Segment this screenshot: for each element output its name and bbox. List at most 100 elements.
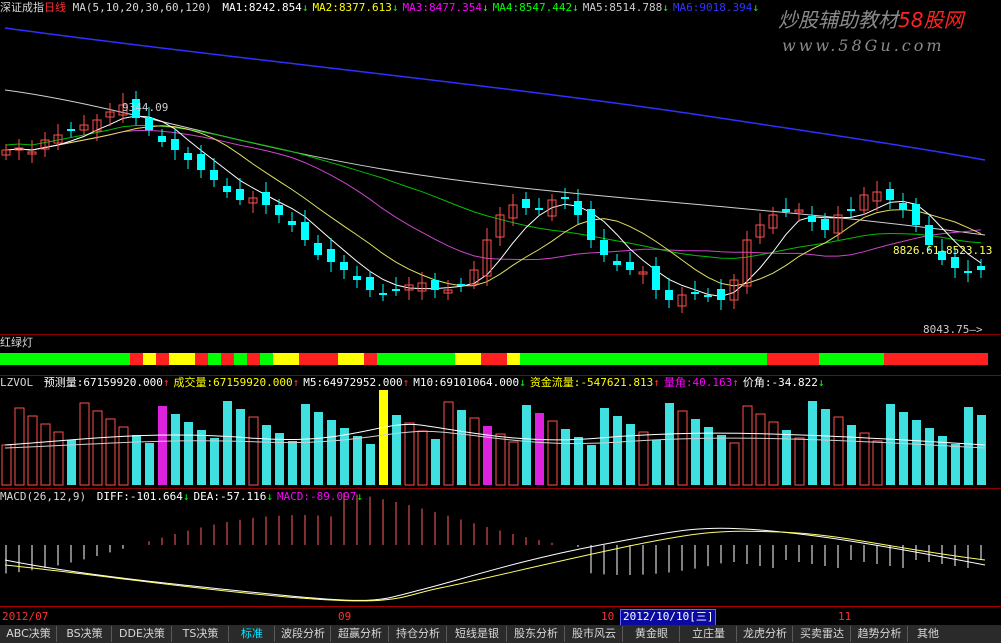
volume-bar (431, 439, 440, 485)
signal-block (741, 353, 754, 365)
tab-15[interactable]: 趋势分析 (851, 625, 908, 643)
volume-bar (443, 401, 454, 486)
signal-block (403, 353, 416, 365)
tab-4[interactable]: 标准 (229, 625, 275, 643)
period-label[interactable]: 日线 (44, 1, 66, 14)
volume-bar (821, 409, 830, 485)
candle-body (327, 249, 335, 262)
signal-block (520, 353, 533, 365)
index-title: 深证成指 (0, 1, 44, 14)
candle-body (652, 266, 660, 290)
volume-value-4: 资金流量:-547621.813↑ (529, 376, 660, 389)
signal-block (338, 353, 351, 365)
signal-block (377, 353, 390, 365)
volume-bar (717, 435, 726, 485)
tab-8[interactable]: 短线是银 (447, 625, 507, 643)
range-price-label: 8826.61-8523.13 (893, 244, 993, 257)
volume-value-0: 预测量:67159920.000↑ (43, 376, 170, 389)
watermark: 炒股辅助教材58股网 (778, 4, 963, 33)
ma3-line (5, 129, 982, 261)
volume-bar (794, 437, 805, 486)
volume-bar (53, 431, 64, 486)
volume-bar (262, 425, 271, 485)
signal-block (169, 353, 182, 365)
tab-0[interactable]: ABC决策 (0, 625, 57, 643)
signal-block (247, 353, 260, 365)
volume-bar (677, 410, 688, 486)
volume-value-2: M5:64972952.000↑ (303, 376, 410, 389)
watermark-text: 炒股辅助教材 (778, 8, 898, 32)
volume-bar (236, 409, 245, 485)
tab-11[interactable]: 黄金眼 (623, 625, 680, 643)
tab-10[interactable]: 股市风云 (565, 625, 623, 643)
signal-block (793, 353, 806, 365)
signal-block (962, 353, 975, 365)
signal-block (312, 353, 325, 365)
candle-body (782, 209, 790, 212)
tab-3[interactable]: TS决策 (172, 625, 229, 643)
macd-value-2: MACD:-89.097↓ (276, 490, 364, 503)
signal-block (234, 353, 247, 365)
tab-1[interactable]: BS决策 (57, 625, 112, 643)
volume-bar (742, 405, 753, 486)
candle-body (613, 261, 621, 265)
signal-block (481, 353, 494, 365)
signal-block (52, 353, 65, 365)
volume-bar (561, 429, 570, 485)
tab-12[interactable]: 立庄量 (680, 625, 737, 643)
tab-9[interactable]: 股东分析 (507, 625, 565, 643)
signal-block (546, 353, 559, 365)
macd-value-1: DEA:-57.116↓ (193, 490, 273, 503)
watermark-brand: 58股网 (898, 8, 964, 32)
volume-bar (768, 421, 779, 486)
signal-title: 红绿灯 (0, 336, 33, 349)
volume-bar (379, 390, 388, 485)
signal-block (767, 353, 780, 365)
candle-body (457, 284, 465, 286)
volume-bar (105, 418, 116, 486)
candle-body (665, 290, 673, 300)
candle-body (522, 199, 530, 208)
tab-14[interactable]: 买卖雷达 (793, 625, 851, 643)
volume-value-1: 成交量:67159920.000↑ (173, 376, 300, 389)
volume-bar (899, 412, 908, 485)
signal-block (819, 353, 832, 365)
volume-bar (118, 426, 129, 486)
signal-block (325, 353, 338, 365)
volume-value-6: 价角:-34.822↓ (742, 376, 825, 389)
ma4-line (5, 124, 982, 259)
signal-block (351, 353, 364, 365)
volume-bar (782, 430, 791, 485)
ma2-line (5, 125, 982, 287)
signal-block (468, 353, 481, 365)
tab-13[interactable]: 龙虎分析 (737, 625, 793, 643)
signal-block (715, 353, 728, 365)
price-header: 深证成指日线 MA(5,10,20,30,60,120) MA1:8242.85… (0, 1, 759, 15)
volume-bar (755, 413, 766, 486)
volume-bar (288, 441, 297, 485)
volume-bar (522, 405, 531, 485)
volume-bar (184, 422, 193, 485)
candle-body (158, 136, 166, 142)
panel-divider (0, 488, 1001, 489)
signal-block (858, 353, 871, 365)
volume-bar (417, 430, 428, 486)
tab-16[interactable]: 其他 (908, 625, 948, 643)
volume-bar (535, 413, 544, 485)
watermark-url: www.58Gu.com (782, 36, 945, 55)
tab-5[interactable]: 波段分析 (275, 625, 331, 643)
candle-body (899, 203, 907, 210)
signal-block (754, 353, 767, 365)
candle-body (314, 243, 322, 255)
tab-7[interactable]: 持仓分析 (389, 625, 447, 643)
signal-block (949, 353, 962, 365)
price-chart[interactable] (0, 0, 1001, 625)
signal-block (208, 353, 221, 365)
signal-block (364, 353, 377, 365)
signal-block (585, 353, 598, 365)
signal-block (390, 353, 403, 365)
tab-2[interactable]: DDE决策 (112, 625, 172, 643)
signal-block (299, 353, 312, 365)
tab-6[interactable]: 超赢分析 (331, 625, 389, 643)
signal-block (143, 353, 156, 365)
